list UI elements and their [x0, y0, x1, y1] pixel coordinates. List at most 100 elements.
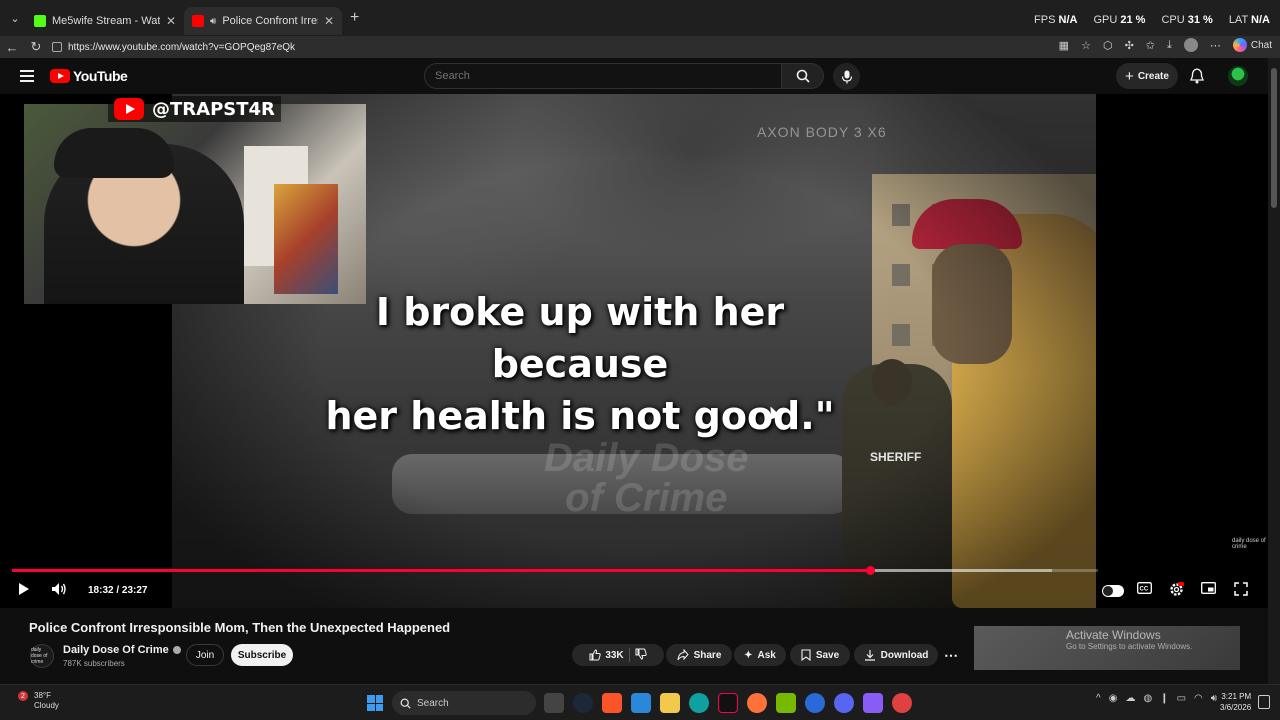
notepad-icon[interactable] [631, 693, 651, 713]
steam-tray-icon[interactable]: ◉ [1109, 693, 1118, 704]
taskbar-search[interactable]: Search [392, 691, 536, 715]
notification-badge: 2 [18, 691, 28, 701]
performance-overlay: FPS N/A GPU 21 % CPU 31 % LAT N/A [1034, 14, 1270, 26]
nvidia-icon[interactable] [776, 693, 796, 713]
scrubber-handle[interactable] [865, 566, 875, 575]
dislike-button[interactable] [635, 648, 647, 663]
favorites-icon[interactable]: ✩ [1146, 39, 1155, 52]
autoplay-toggle[interactable] [1102, 585, 1124, 597]
calculator-icon[interactable] [863, 693, 883, 713]
play-button[interactable] [18, 582, 30, 596]
notifications-button[interactable] [1190, 68, 1204, 89]
browser-toolbar: ▦ ☆ ⬡ ✣ ✩ ⤓ ⋯ Chat [1059, 38, 1272, 52]
time-current: 18:32 [88, 585, 114, 596]
tray-overflow-chevron-icon[interactable]: ^ [1096, 693, 1101, 704]
speaker-icon[interactable]: 🔊︎ [210, 16, 216, 27]
discord-icon[interactable] [834, 693, 854, 713]
like-button[interactable]: 33K [589, 649, 624, 661]
time-display: 18:32 / 23:27 [88, 585, 148, 596]
account-avatar[interactable] [1228, 66, 1248, 86]
notification-center-icon[interactable] [1258, 695, 1270, 709]
favorite-star-icon[interactable]: ☆ [1081, 39, 1091, 52]
network-tray-icon[interactable]: ◍ [1143, 693, 1152, 704]
progress-bar[interactable] [12, 566, 1098, 575]
brave-icon[interactable] [602, 693, 622, 713]
youtube-play-icon [50, 69, 70, 83]
miniplayer-button[interactable] [1201, 582, 1216, 594]
extension-puzzle-icon[interactable]: ✣ [1125, 39, 1134, 52]
lat-value: N/A [1251, 14, 1270, 26]
page-scrollbar[interactable] [1268, 58, 1280, 684]
firefox-icon[interactable] [747, 693, 767, 713]
reload-icon[interactable]: ↻ [24, 39, 48, 55]
save-button[interactable]: Save [790, 644, 850, 666]
gpu-value: 21 % [1120, 14, 1146, 26]
downloads-icon[interactable]: ⤓ [1167, 39, 1172, 52]
search-button[interactable] [782, 63, 824, 89]
profile-icon[interactable] [1183, 38, 1198, 52]
ask-button[interactable]: ✦ Ask [734, 644, 786, 666]
channel-avatar[interactable]: daily dose of crime [30, 644, 54, 668]
steam-icon[interactable] [573, 693, 593, 713]
taskbar-clock[interactable]: 3:21 PM 3/6/2026 [1220, 691, 1251, 713]
mic-tray-icon[interactable]: ❙ [1160, 693, 1168, 704]
search-input[interactable] [424, 63, 782, 89]
close-tab-icon[interactable]: ✕ [166, 14, 176, 28]
url-field[interactable]: https://www.youtube.com/watch?v=GOPQeg87… [52, 38, 1082, 56]
gpu-label: GPU [1093, 14, 1118, 26]
app-icon[interactable] [805, 693, 825, 713]
video-player[interactable]: SHERIFF AXON BODY 3 X6 Daily Dose of Cri… [0, 94, 1268, 608]
join-button[interactable]: Join [186, 644, 224, 666]
clock-date: 3/6/2026 [1220, 703, 1252, 712]
apps-icon[interactable]: ▦ [1059, 39, 1069, 52]
site-info-icon[interactable] [52, 42, 62, 52]
browser-tab-youtube[interactable]: 🔊︎ Police Confront Irresponsible ✕ [184, 7, 342, 35]
search-bar [424, 63, 824, 89]
tab-list-chevron-icon[interactable]: ⌄ [4, 7, 26, 29]
settings-button[interactable] [1169, 582, 1184, 597]
task-view-icon[interactable] [544, 693, 564, 713]
voice-search-button[interactable] [833, 63, 860, 90]
create-button[interactable]: + Create [1116, 63, 1178, 89]
share-button[interactable]: Share [666, 644, 732, 666]
more-menu-icon[interactable]: ⋯ [1210, 39, 1221, 52]
edge-browser-icon[interactable] [689, 693, 709, 713]
microphone-icon [841, 70, 852, 83]
back-arrow-icon[interactable]: ← [0, 40, 24, 55]
chrome-icon[interactable] [892, 693, 912, 713]
browser-tab-stream[interactable]: Me5wife Stream - Watch Live ✕ [26, 7, 184, 35]
chat-button[interactable]: Chat [1232, 38, 1272, 52]
close-tab-icon[interactable]: ✕ [324, 14, 334, 28]
activation-subtitle: Go to Settings to activate Windows. [1066, 642, 1193, 651]
channel-name[interactable]: Daily Dose Of Crime [63, 644, 181, 656]
video-caption: I broke up with her because her health i… [290, 286, 870, 442]
file-explorer-icon[interactable] [660, 693, 680, 713]
cloud-tray-icon[interactable]: ☁︎ [1125, 693, 1135, 704]
display-tray-icon[interactable]: ▭ [1177, 693, 1186, 704]
taskbar-search-label: Search [417, 697, 449, 709]
new-tab-plus-icon[interactable]: + [350, 9, 359, 27]
youtube-logo[interactable]: YouTube [50, 68, 128, 84]
subtitles-button[interactable]: CC [1137, 582, 1152, 594]
svg-text:CC: CC [1140, 587, 1149, 593]
wifi-tray-icon[interactable]: ◠ [1194, 693, 1203, 704]
streamer-beanie [54, 128, 174, 178]
miniplayer-icon [1201, 582, 1216, 594]
volume-button[interactable] [51, 582, 67, 596]
windows-start-icon[interactable] [367, 695, 383, 711]
more-actions-button[interactable]: ⋯ [940, 644, 962, 666]
fullscreen-button[interactable] [1234, 582, 1248, 596]
subscribe-button[interactable]: Subscribe [231, 644, 293, 666]
extensions-icon[interactable]: ⬡ [1103, 39, 1113, 52]
scrollbar-thumb[interactable] [1271, 68, 1277, 208]
sparkle-icon: ✦ [744, 649, 753, 661]
save-label: Save [815, 649, 840, 661]
menu-hamburger-icon[interactable] [20, 70, 34, 82]
weather-widget[interactable]: 2 38°F Cloudy [18, 691, 59, 711]
volume-tray-icon[interactable]: 🔊︎ [1211, 693, 1217, 704]
browser-tab-bar: ⌄ Me5wife Stream - Watch Live ✕ 🔊︎ Polic… [0, 0, 1280, 36]
download-label: Download [880, 649, 929, 661]
like-count: 33K [605, 649, 624, 661]
download-button[interactable]: Download [854, 644, 938, 666]
tiktok-icon[interactable] [718, 693, 738, 713]
